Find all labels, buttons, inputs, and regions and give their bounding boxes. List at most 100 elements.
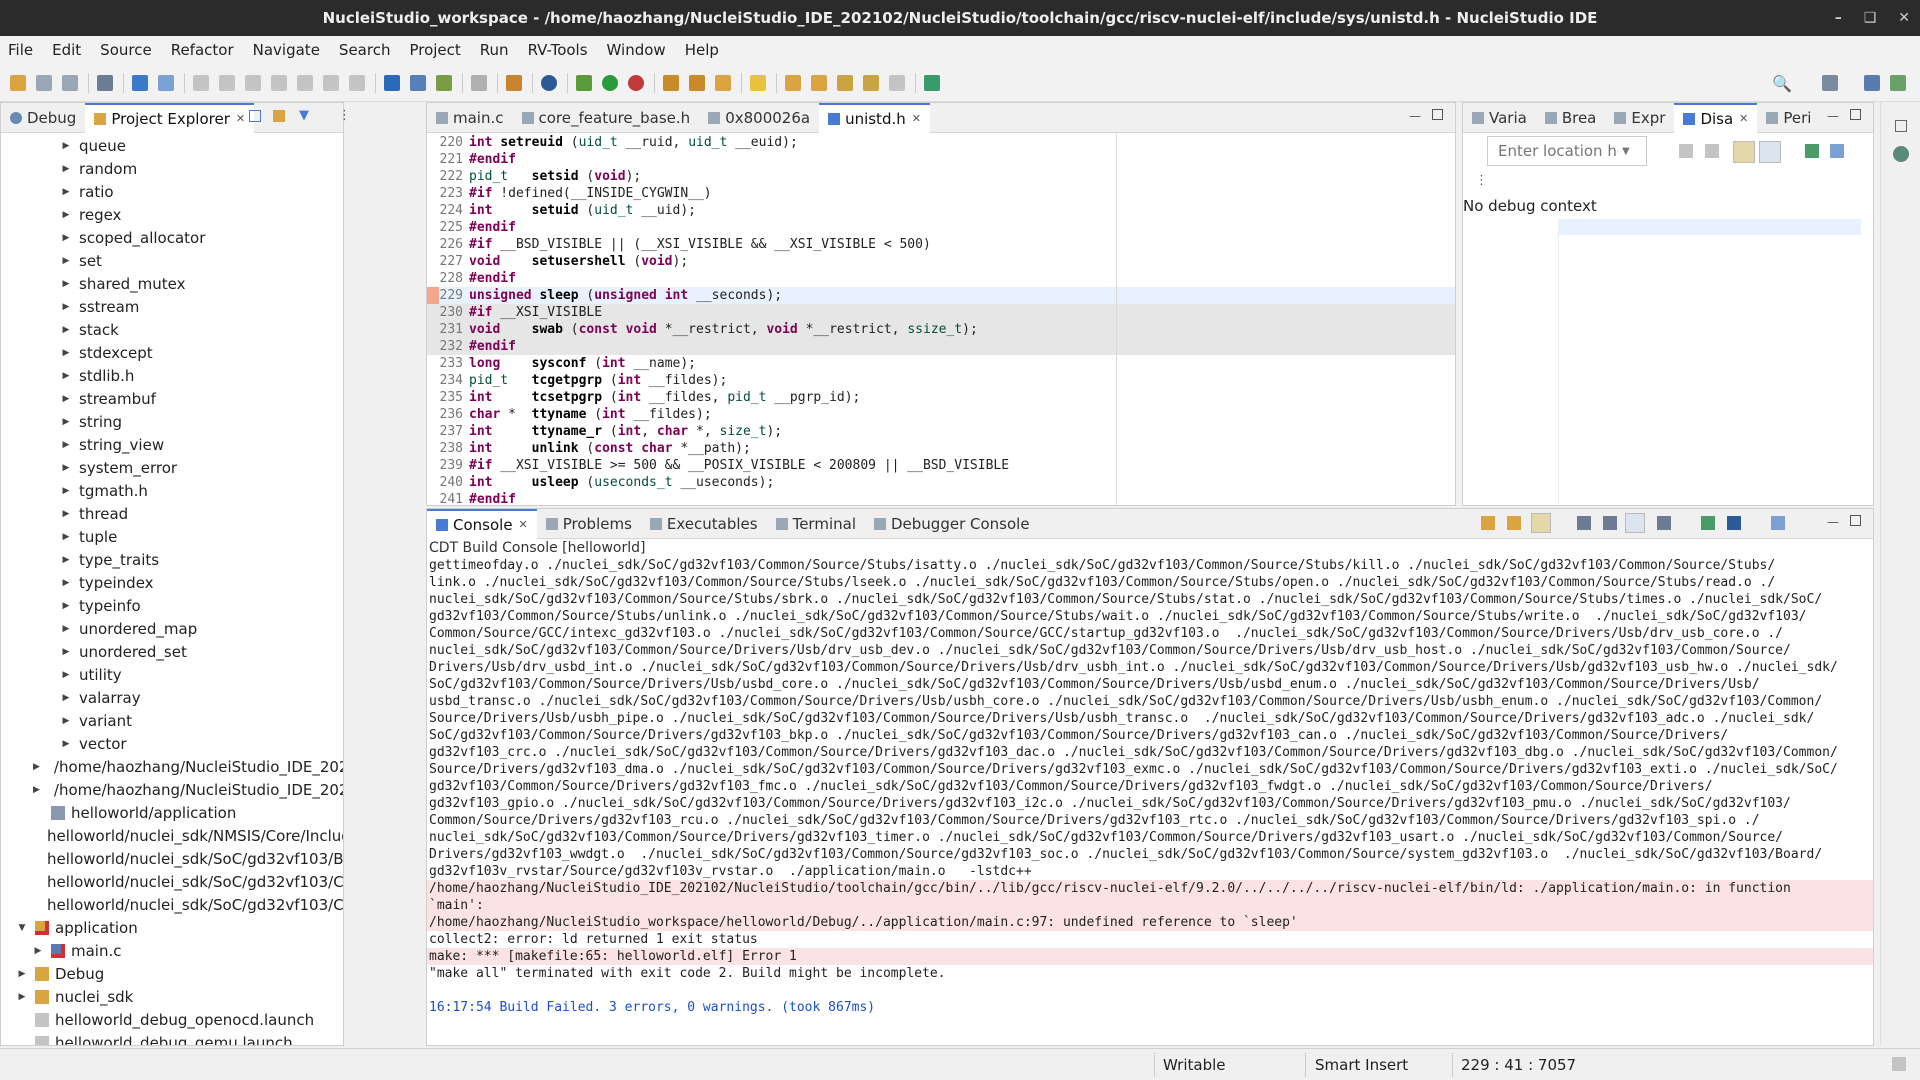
- tree-item[interactable]: ▶ valarray: [1, 686, 343, 709]
- external-tools-icon[interactable]: [628, 74, 644, 91]
- tree-item[interactable]: ▼ application: [1, 916, 343, 939]
- terminal-icon[interactable]: [132, 74, 148, 91]
- tab-brea[interactable]: Brea: [1536, 103, 1606, 133]
- chevron-right-icon[interactable]: ▶: [61, 624, 71, 634]
- close-icon[interactable]: ✕: [1898, 10, 1910, 26]
- open-console-icon[interactable]: [1701, 516, 1715, 530]
- tree-item[interactable]: ▶ queue: [1, 134, 343, 157]
- chevron-right-icon[interactable]: ▶: [61, 348, 71, 358]
- code-line[interactable]: 226 #if __BSD_VISIBLE || (__XSI_VISIBLE &…: [427, 236, 1455, 253]
- tree-item[interactable]: ▶ stdexcept: [1, 341, 343, 364]
- debug-icon[interactable]: [576, 74, 592, 91]
- chevron-right-icon[interactable]: ▶: [33, 762, 40, 772]
- chevron-down-icon[interactable]: ▼: [1622, 146, 1630, 157]
- perspective-active-icon[interactable]: [1890, 75, 1906, 91]
- tree-item[interactable]: ▶ streambuf: [1, 387, 343, 410]
- chevron-right-icon[interactable]: ▶: [61, 325, 71, 335]
- minimize-view-icon[interactable]: —: [1827, 109, 1839, 123]
- tree-item[interactable]: ▶ shared_mutex: [1, 272, 343, 295]
- tab-debug[interactable]: Debug: [1, 103, 85, 133]
- pin-console-icon[interactable]: [1603, 516, 1617, 530]
- terminate-icon[interactable]: [245, 74, 261, 91]
- progress-icon[interactable]: [1892, 1057, 1906, 1071]
- tree-item[interactable]: ▶ set: [1, 249, 343, 272]
- tree-item[interactable]: ▶ unordered_set: [1, 640, 343, 663]
- tree-item[interactable]: ▶ nuclei_sdk: [1, 985, 343, 1008]
- clear-console-icon[interactable]: [1577, 516, 1591, 530]
- tab-executables[interactable]: Executables: [641, 509, 767, 539]
- tree-item[interactable]: ▶ scoped_allocator: [1, 226, 343, 249]
- menu-item-project[interactable]: Project: [409, 41, 460, 59]
- breakpoint-marker[interactable]: [427, 287, 439, 304]
- code-line[interactable]: 240 int usleep (useconds_t __useconds);: [427, 474, 1455, 491]
- forward-icon[interactable]: [889, 74, 905, 91]
- build-icon[interactable]: [97, 74, 113, 91]
- tab-project-explorer[interactable]: Project Explorer ✕: [85, 102, 255, 133]
- tree-item[interactable]: ▶ /home/haozhang/NucleiStudio_IDE_202102/…: [1, 778, 343, 801]
- step-into-icon[interactable]: [297, 74, 313, 91]
- link-editor-icon[interactable]: [273, 110, 285, 122]
- settings-gear-icon[interactable]: [541, 74, 557, 91]
- tree-item[interactable]: helloworld/nuclei_sdk/SoC/gd32vf103/Comm…: [1, 870, 343, 893]
- chevron-right-icon[interactable]: ▶: [61, 141, 71, 151]
- chevron-right-icon[interactable]: ▶: [33, 785, 40, 795]
- code-line[interactable]: 221 #endif: [427, 151, 1455, 168]
- menu-item-refactor[interactable]: Refactor: [171, 41, 234, 59]
- last-edit-icon[interactable]: [837, 74, 853, 91]
- close-icon[interactable]: ✕: [912, 112, 921, 125]
- run-icon[interactable]: [602, 74, 618, 91]
- chevron-right-icon[interactable]: ▶: [61, 486, 71, 496]
- search-tool-icon[interactable]: [715, 74, 731, 91]
- code-line[interactable]: 223 #if !defined(__INSIDE_CYGWIN__): [427, 185, 1455, 202]
- package-icon[interactable]: [506, 74, 522, 91]
- tab-console[interactable]: Console ✕: [427, 508, 537, 539]
- restore-view-icon[interactable]: [1895, 120, 1907, 132]
- tree-item[interactable]: ▶ stack: [1, 318, 343, 341]
- location-input[interactable]: [1498, 142, 1618, 160]
- step-return-icon[interactable]: [349, 74, 365, 91]
- tree-item[interactable]: helloworld_debug_qemu.launch: [1, 1031, 343, 1045]
- tab-peri[interactable]: Peri: [1757, 103, 1820, 133]
- code-line[interactable]: 231 void swab (const void *__restrict, vo…: [427, 321, 1455, 338]
- tree-item[interactable]: ▶ thread: [1, 502, 343, 525]
- chevron-right-icon[interactable]: ▶: [61, 647, 71, 657]
- open-type-icon[interactable]: [663, 74, 679, 91]
- chevron-right-icon[interactable]: ▶: [17, 969, 27, 979]
- menu-item-source[interactable]: Source: [100, 41, 152, 59]
- show-on-output-icon[interactable]: [1507, 516, 1521, 530]
- disconnect-icon[interactable]: [271, 74, 287, 91]
- maximize-view-icon[interactable]: [1850, 109, 1861, 120]
- new-console-icon[interactable]: [1727, 516, 1741, 530]
- close-icon[interactable]: ✕: [1739, 112, 1748, 125]
- tree-item[interactable]: ▶ tuple: [1, 525, 343, 548]
- tab-varia[interactable]: Varia: [1463, 103, 1536, 133]
- tree-item[interactable]: ▶ sstream: [1, 295, 343, 318]
- new-icon[interactable]: [10, 74, 26, 91]
- tree-item[interactable]: ▶ string_view: [1, 433, 343, 456]
- tree-item[interactable]: helloworld/nuclei_sdk/NMSIS/Core/Include: [1, 824, 343, 847]
- menu-item-window[interactable]: Window: [607, 41, 666, 59]
- next-annotation-icon[interactable]: [785, 74, 801, 91]
- tree-item[interactable]: ▶ main.c: [1, 939, 343, 962]
- step-over-icon[interactable]: [323, 74, 339, 91]
- chevron-right-icon[interactable]: ▶: [61, 417, 71, 427]
- tree-item[interactable]: helloworld/application: [1, 801, 343, 824]
- chevron-right-icon[interactable]: ▶: [61, 555, 71, 565]
- scroll-lock-toggle-icon[interactable]: [1625, 513, 1645, 533]
- tree-item[interactable]: ▶ utility: [1, 663, 343, 686]
- tree-item[interactable]: ▶ stdlib.h: [1, 364, 343, 387]
- code-line[interactable]: 225 #endif: [427, 219, 1455, 236]
- tab-terminal[interactable]: Terminal: [767, 509, 865, 539]
- code-line[interactable]: 235 int tcsetpgrp (int __fildes, pid_t __…: [427, 389, 1455, 406]
- chevron-right-icon[interactable]: ▶: [61, 233, 71, 243]
- chevron-right-icon[interactable]: ▶: [61, 463, 71, 473]
- tree-item[interactable]: ▶ typeindex: [1, 571, 343, 594]
- tree-item[interactable]: ▶ vector: [1, 732, 343, 755]
- maximize-view-icon[interactable]: [1850, 515, 1861, 526]
- location-combo[interactable]: ▼: [1487, 136, 1647, 166]
- save-icon[interactable]: [36, 74, 52, 91]
- code-line[interactable]: 233 long sysconf (int __name);: [427, 355, 1455, 372]
- filter-icon[interactable]: ▼: [299, 108, 309, 123]
- link-with-context-icon[interactable]: [1733, 141, 1755, 163]
- menu-item-rv-tools[interactable]: RV-Tools: [528, 41, 588, 59]
